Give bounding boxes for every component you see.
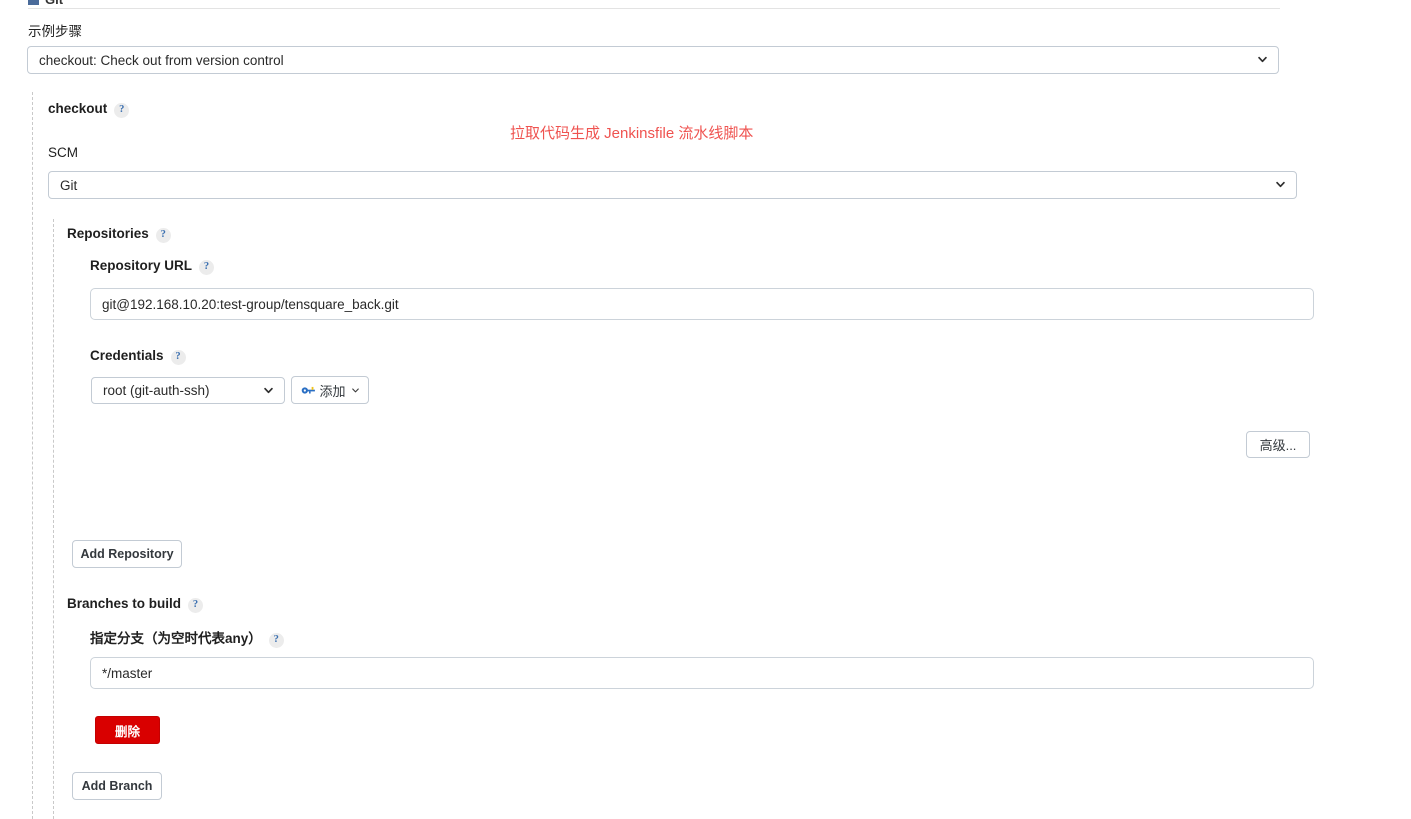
sample-step-label: 示例步骤 bbox=[28, 24, 82, 39]
checkout-title-text: checkout bbox=[48, 101, 108, 116]
chevron-down-icon bbox=[1276, 181, 1285, 188]
repositories-block-guide bbox=[53, 219, 54, 819]
credentials-label-text: Credentials bbox=[90, 348, 164, 363]
repository-url-help-icon[interactable]: ? bbox=[199, 259, 215, 275]
credentials-help-icon[interactable]: ? bbox=[170, 349, 186, 365]
branch-specifier-input[interactable]: */master bbox=[90, 657, 1314, 689]
folder-icon bbox=[28, 0, 39, 5]
branches-help-icon[interactable]: ? bbox=[188, 597, 204, 613]
scm-select-value: Git bbox=[60, 177, 78, 193]
repository-url-label-text: Repository URL bbox=[90, 258, 193, 273]
branch-specifier-help-icon[interactable]: ? bbox=[268, 632, 284, 648]
repository-url-value: git@192.168.10.20:test-group/tensquare_b… bbox=[102, 296, 399, 312]
checkout-help-icon[interactable]: ? bbox=[114, 102, 130, 118]
chevron-down-icon bbox=[264, 387, 273, 393]
repository-url-label: Repository URL? bbox=[90, 258, 215, 275]
page-root: Git 示例步骤 checkout: Check out from versio… bbox=[0, 0, 1411, 819]
advanced-button[interactable]: 高级... bbox=[1246, 431, 1310, 458]
sample-step-select[interactable]: checkout: Check out from version control bbox=[27, 46, 1279, 74]
add-repository-button[interactable]: Add Repository bbox=[72, 540, 182, 568]
branch-specifier-label: 指定分支（为空时代表any）? bbox=[90, 627, 284, 648]
branches-to-build-text: Branches to build bbox=[67, 596, 182, 611]
credentials-select[interactable]: root (git-auth-ssh) bbox=[91, 377, 285, 404]
branch-specifier-label-text: 指定分支（为空时代表any） bbox=[90, 631, 262, 646]
repository-url-input[interactable]: git@192.168.10.20:test-group/tensquare_b… bbox=[90, 288, 1314, 320]
repositories-help-icon[interactable]: ? bbox=[155, 227, 171, 243]
clipped-top-label: Git bbox=[28, 0, 63, 7]
branches-to-build-label: Branches to build? bbox=[67, 596, 204, 613]
add-credentials-button[interactable]: 添加 bbox=[291, 376, 369, 404]
credentials-label: Credentials? bbox=[90, 348, 186, 365]
annotation-text: 拉取代码生成 Jenkinsfile 流水线脚本 bbox=[510, 125, 754, 142]
add-branch-button[interactable]: Add Branch bbox=[72, 772, 162, 800]
chevron-down-icon bbox=[351, 387, 359, 392]
credentials-select-value: root (git-auth-ssh) bbox=[103, 383, 210, 398]
repositories-title: Repositories? bbox=[67, 226, 171, 243]
delete-branch-button[interactable]: 删除 bbox=[95, 716, 160, 744]
chevron-down-icon bbox=[1258, 56, 1267, 63]
scm-label: SCM bbox=[48, 145, 78, 160]
top-divider bbox=[28, 8, 1280, 9]
sample-step-select-value: checkout: Check out from version control bbox=[39, 52, 284, 68]
branch-specifier-value: */master bbox=[102, 665, 153, 681]
scm-select[interactable]: Git bbox=[48, 171, 1297, 199]
checkout-block-guide bbox=[32, 92, 33, 819]
key-icon bbox=[302, 386, 316, 394]
repositories-title-text: Repositories bbox=[67, 226, 149, 241]
clipped-top-text: Git bbox=[45, 0, 63, 7]
checkout-title: checkout? bbox=[48, 101, 130, 118]
add-credentials-label: 添加 bbox=[319, 383, 346, 399]
